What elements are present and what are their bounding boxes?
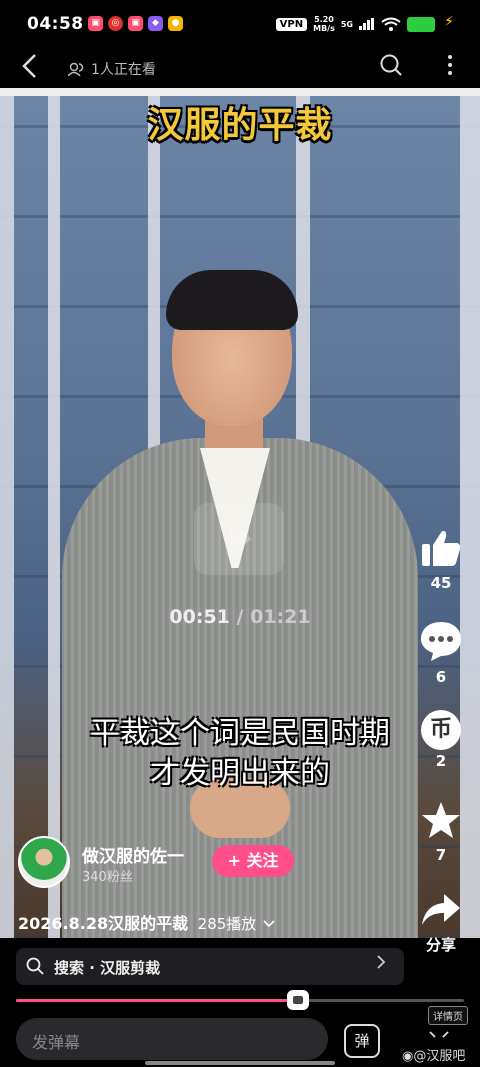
fan-count: 340粉丝 (82, 870, 133, 885)
vpn-badge: VPN (275, 17, 308, 31)
progress-fill (16, 999, 299, 1002)
more-options-icon[interactable] (448, 55, 452, 79)
battery-icon (407, 16, 435, 32)
subtitle-line-2: 才发明出来的 (150, 756, 330, 791)
speed-unit: MB/s (313, 24, 335, 33)
network-speed: 5.20 MB/s (313, 15, 335, 33)
time-separator: / (236, 606, 244, 628)
coin-button[interactable]: 币 2 (416, 710, 466, 770)
coin-count: 2 (435, 752, 447, 770)
people-icon (68, 62, 84, 76)
danmu-input[interactable]: 发弹幕 (16, 1018, 328, 1060)
system-indicators: VPN 5.20 MB/s 5G (275, 15, 435, 33)
related-search-bar[interactable]: 搜索 · 汉服剪裁 (16, 948, 404, 985)
back-icon (22, 54, 36, 78)
yellow-app-icon: ● (168, 16, 183, 31)
thumbs-up-icon (422, 530, 461, 566)
star-icon (422, 802, 460, 838)
watermark: ◉@汉服吧 (402, 1045, 465, 1064)
duration: 01:21 (250, 606, 311, 628)
comment-button[interactable]: 6 (416, 620, 466, 686)
like-count: 45 (430, 574, 452, 592)
coin-icon: 币 (421, 710, 461, 750)
current-time: 00:51 (169, 606, 230, 628)
avatar[interactable] (18, 836, 70, 888)
viewer-count: 1人正在看 (68, 59, 156, 79)
top-nav: 1人正在看 (0, 50, 480, 88)
subtitle-line-1: 平裁这个词是民国时期 (90, 716, 390, 751)
video-subtitle: 平裁这个词是民国时期 才发明出来的 (0, 714, 480, 794)
chevron-down-icon (263, 920, 275, 928)
viewer-count-text: 1人正在看 (91, 62, 156, 78)
signal-icon (359, 18, 374, 30)
weibo-icon: ◉ (402, 1049, 414, 1064)
netease-icon: ◎ (108, 16, 123, 31)
network-type: 5G (340, 19, 353, 29)
presenter-hair (166, 270, 298, 330)
description-text: 2026.8.28汉服的平裁 (18, 914, 189, 933)
video-description[interactable]: 2026.8.28汉服的平裁 285播放 (18, 910, 276, 934)
clock: 04:58 (27, 14, 84, 34)
status-bar: 04:58 ▣ ◎ ▣ ◆ ● VPN 5.20 MB/s 5G ⚡ (0, 0, 480, 50)
charging-icon: ⚡ (444, 14, 454, 30)
details-page-button[interactable]: 详情页 (428, 1006, 468, 1025)
comment-count: 6 (435, 668, 447, 686)
related-search-text: 搜索 · 汉服剪裁 (54, 959, 161, 977)
danmu-placeholder: 发弹幕 (32, 1033, 81, 1052)
share-button[interactable]: 分享 (416, 892, 466, 955)
video-top-strip (0, 88, 480, 96)
video-timestamp: 00:51 / 01:21 (0, 606, 480, 628)
favorite-count: 7 (435, 846, 447, 864)
speed-value: 5.20 (314, 15, 334, 24)
author-name[interactable]: 做汉服的佐一 (82, 842, 184, 867)
play-count: 285播放 (197, 915, 257, 933)
watermark-text: @汉服吧 (413, 1049, 466, 1064)
notification-icons: ▣ ◎ ▣ ◆ ● (88, 16, 183, 31)
progress-handle[interactable] (287, 990, 310, 1010)
follow-button[interactable]: + 关注 (212, 845, 294, 877)
wifi-icon (381, 17, 401, 31)
play-icon (230, 523, 252, 555)
favorite-button[interactable]: 7 (416, 800, 466, 864)
like-button[interactable]: 45 (416, 528, 466, 592)
comment-icon (421, 622, 461, 661)
purple-app-icon: ◆ (148, 16, 163, 31)
video-title-overlay: 汉服的平裁 (147, 105, 333, 146)
search-icon[interactable] (380, 54, 402, 76)
back-button[interactable] (20, 52, 38, 87)
search-icon (26, 957, 44, 975)
chevron-right-icon (376, 954, 386, 975)
video-player[interactable]: 汉服的平裁 00:51 / 01:21 平裁这个词是民国时期 才发明出来的 (0, 88, 480, 938)
danmu-toggle-button[interactable]: 弹 (344, 1024, 380, 1058)
share-icon (422, 894, 460, 925)
red-app-icon: ▣ (88, 16, 103, 31)
share-label: 分享 (425, 936, 456, 954)
pause-indicator[interactable] (194, 503, 284, 575)
red-app-icon: ▣ (128, 16, 143, 31)
progress-bar[interactable] (16, 990, 464, 1010)
home-indicator[interactable] (145, 1061, 335, 1065)
